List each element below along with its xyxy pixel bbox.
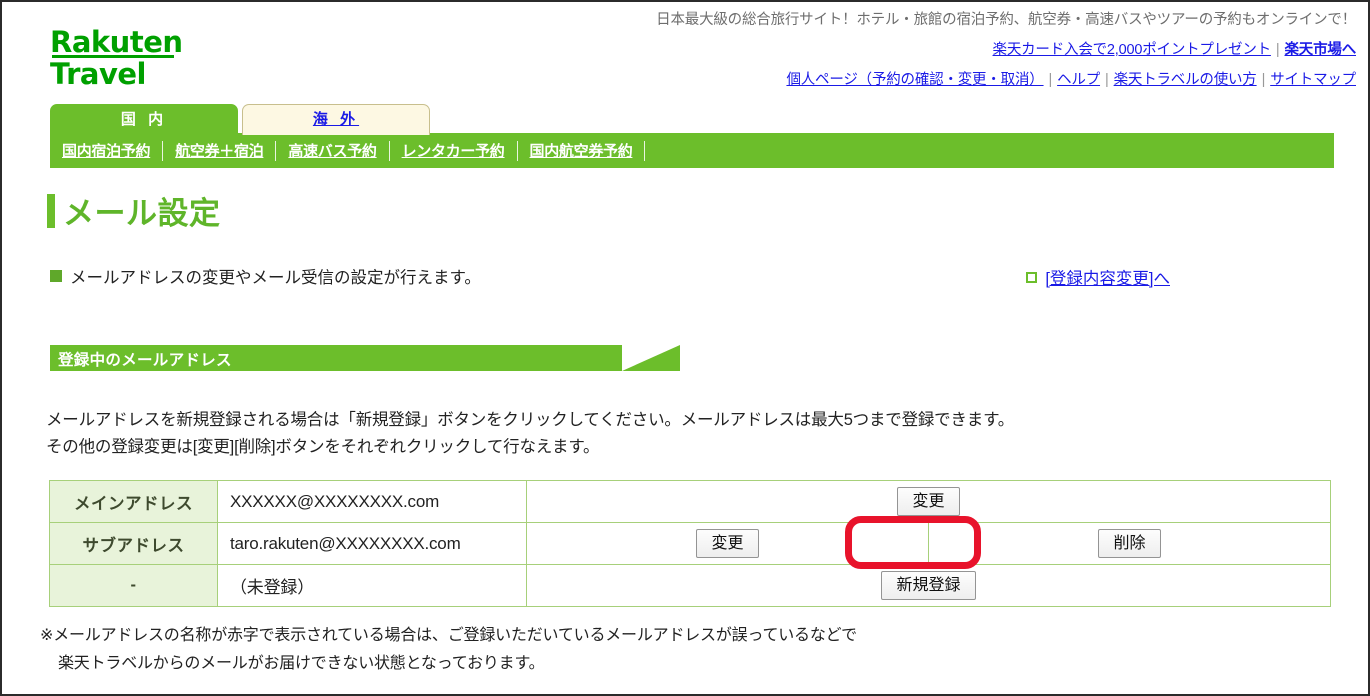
nav-item-rental-car-label[interactable]: レンタカー予約	[402, 143, 505, 160]
new-registration-button[interactable]: 新規登録	[881, 571, 976, 600]
row-value-sub-address: taro.rakuten@XXXXXXXX.com	[217, 522, 527, 565]
nav-divider	[388, 140, 390, 161]
logo-text-rakuten: Rakuten	[50, 28, 200, 58]
change-registration-link-wrap[interactable]: [登録内容変更]へ	[1026, 265, 1170, 289]
footer-note-line-2: 楽天トラベルからのメールがお届けできない状態となっております。	[58, 655, 545, 672]
header-link-help[interactable]: ヘルプ	[1057, 72, 1100, 88]
primary-tabs: 国 内 海 外	[50, 102, 430, 135]
nav-item-rental-car[interactable]: レンタカー予約	[390, 140, 517, 161]
page-title-text: メール設定	[63, 196, 221, 231]
header-links-row-2: 個人ページ（予約の確認・変更・取消） | ヘルプ | 楽天トラベルの使い方 | サイトマップ	[786, 68, 1356, 89]
logo-text-travel: Travel	[50, 57, 146, 91]
primary-navbar: 国内宿泊予約 航空券＋宿泊 高速バス予約 レンタカー予約 国内航空券予約	[50, 133, 1334, 168]
registered-addresses-table: メインアドレス XXXXXX@XXXXXXXX.com 変更 サブアドレス ta…	[49, 480, 1331, 607]
row-actions-main-address: 変更	[526, 480, 1331, 523]
nav-divider	[275, 140, 277, 161]
nav-divider	[644, 140, 646, 161]
table-row: - （未登録） 新規登録	[49, 564, 1331, 607]
table-row: サブアドレス taro.rakuten@XXXXXXXX.com 変更 削除	[49, 522, 1331, 565]
page-description-row: メールアドレスの変更やメール受信の設定が行えます。 [登録内容変更]へ	[50, 264, 1348, 290]
nav-item-highway-bus[interactable]: 高速バス予約	[276, 140, 388, 161]
header-link-separator: |	[1275, 42, 1280, 58]
nav-item-flight-stay-label[interactable]: 航空券＋宿泊	[175, 143, 264, 160]
nav-divider	[162, 140, 164, 161]
tab-domestic-label: 国 内	[120, 111, 168, 128]
change-sub-address-button[interactable]: 変更	[696, 529, 759, 558]
header-link-rakuten-card[interactable]: 楽天カード入会で2,000ポイントプレゼント	[993, 42, 1272, 58]
section-banner-tail	[622, 345, 680, 371]
tab-overseas[interactable]: 海 外	[242, 104, 430, 135]
header-links-row-1: 楽天カード入会で2,000ポイントプレゼント | 楽天市場へ	[993, 38, 1357, 59]
footer-note-line-1: ※メールアドレスの名称が赤字で表示されている場合は、ご登録いただいているメールア…	[40, 627, 857, 644]
nav-item-domestic-flight-label[interactable]: 国内航空券予約	[530, 143, 633, 160]
page-title: メール設定	[47, 188, 221, 233]
table-row: メインアドレス XXXXXX@XXXXXXXX.com 変更	[49, 480, 1331, 523]
change-main-address-button[interactable]: 変更	[897, 487, 960, 516]
section-intro: メールアドレスを新規登録される場合は「新規登録」ボタンをクリックしてください。メ…	[46, 407, 1014, 461]
rakuten-travel-logo[interactable]: Rakuten Travel	[50, 28, 200, 89]
tab-overseas-label[interactable]: 海 外	[313, 111, 359, 128]
change-registration-link[interactable]: [登録内容変更]へ	[1045, 265, 1170, 289]
header-link-separator: |	[1048, 72, 1053, 88]
page-description: メールアドレスの変更やメール受信の設定が行えます。	[50, 264, 481, 288]
row-value-empty-slot: （未登録）	[217, 564, 527, 607]
row-label-sub-address: サブアドレス	[49, 522, 218, 565]
row-label-main-address: メインアドレス	[49, 480, 218, 523]
nav-item-domestic-stay[interactable]: 国内宿泊予約	[50, 140, 162, 161]
header-link-my-page[interactable]: 個人ページ（予約の確認・変更・取消）	[786, 72, 1043, 88]
row-actions-empty-slot: 新規登録	[526, 564, 1331, 607]
footer-note: ※メールアドレスの名称が赤字で表示されている場合は、ご登録いただいているメールア…	[40, 622, 857, 678]
header-link-rakuten-ichiba[interactable]: 楽天市場へ	[1285, 42, 1357, 58]
page-description-text: メールアドレスの変更やメール受信の設定が行えます。	[70, 269, 481, 287]
page-title-accent-bar	[47, 193, 55, 228]
section-intro-line-1: メールアドレスを新規登録される場合は「新規登録」ボタンをクリックしてください。メ…	[46, 411, 1015, 429]
nav-item-highway-bus-label[interactable]: 高速バス予約	[288, 143, 377, 160]
page-root: Rakuten Travel 日本最大級の総合旅行サイト！ホテル・旅館の宿泊予約…	[0, 0, 1370, 696]
nav-item-flight-stay[interactable]: 航空券＋宿泊	[163, 140, 275, 161]
row-action-delete-sub-address: 削除	[928, 522, 1331, 565]
square-outline-icon	[1026, 271, 1038, 283]
section-banner-title: 登録中のメールアドレス	[58, 352, 232, 369]
nav-item-domestic-stay-label[interactable]: 国内宿泊予約	[62, 143, 151, 160]
nav-item-domestic-flight[interactable]: 国内航空券予約	[518, 140, 645, 161]
section-banner: 登録中のメールアドレス	[50, 345, 680, 371]
site-header: Rakuten Travel 日本最大級の総合旅行サイト！ホテル・旅館の宿泊予約…	[2, 2, 1368, 98]
header-link-separator: |	[1261, 72, 1266, 88]
delete-sub-address-button[interactable]: 削除	[1098, 529, 1161, 558]
header-link-how-to-use[interactable]: 楽天トラベルの使い方	[1114, 72, 1257, 88]
row-label-empty-slot: -	[49, 564, 218, 607]
section-intro-line-2: その他の登録変更は[変更][削除]ボタンをそれぞれクリックして行なえます。	[46, 438, 600, 456]
header-link-sitemap[interactable]: サイトマップ	[1270, 72, 1356, 88]
tab-domestic[interactable]: 国 内	[50, 104, 238, 135]
row-value-main-address: XXXXXX@XXXXXXXX.com	[217, 480, 527, 523]
row-action-change-sub-address: 変更	[526, 522, 929, 565]
header-link-separator: |	[1105, 72, 1109, 88]
nav-divider	[516, 140, 518, 161]
square-bullet-icon	[50, 270, 62, 282]
site-tagline: 日本最大級の総合旅行サイト！ホテル・旅館の宿泊予約、航空券・高速バスやツアーの予…	[656, 12, 1356, 28]
